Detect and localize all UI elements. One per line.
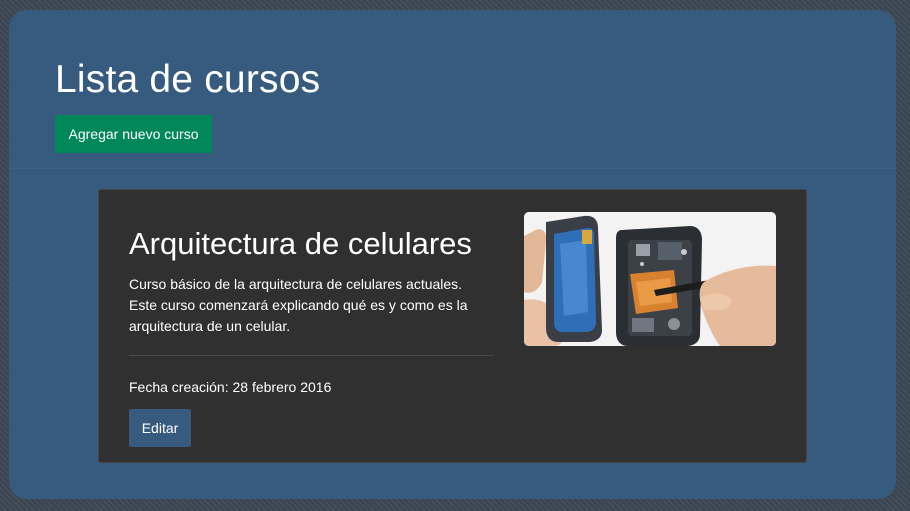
card-divider xyxy=(129,355,493,356)
course-image xyxy=(524,212,776,346)
course-title: Arquitectura de celulares xyxy=(129,226,472,261)
edit-button[interactable]: Editar xyxy=(129,409,191,447)
jumbotron: Lista de cursos Agregar nuevo curso Arqu… xyxy=(9,10,896,499)
course-card: Arquitectura de celulares Curso básico d… xyxy=(98,189,807,463)
phone-repair-photo-icon xyxy=(524,212,776,346)
divider xyxy=(9,168,896,169)
add-course-button[interactable]: Agregar nuevo curso xyxy=(55,115,212,153)
course-date: Fecha creación: 28 febrero 2016 xyxy=(129,379,332,395)
page-title: Lista de cursos xyxy=(55,58,321,101)
course-description: Curso básico de la arquitectura de celul… xyxy=(129,276,468,334)
